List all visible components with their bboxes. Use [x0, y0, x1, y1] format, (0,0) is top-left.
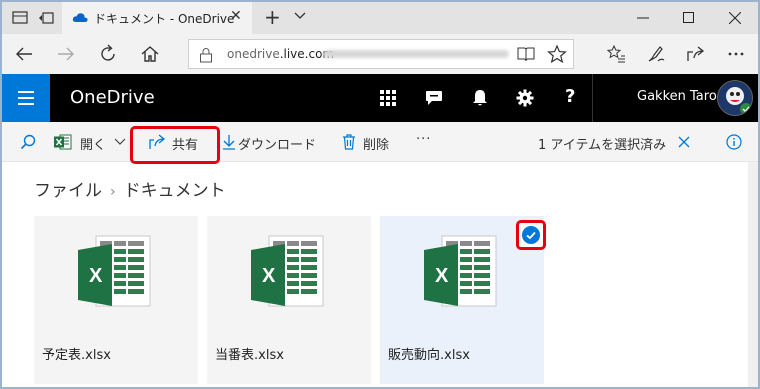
checkmark-icon [522, 226, 540, 244]
excel-letter: X [435, 265, 449, 287]
set-tabs-aside-icon[interactable] [38, 10, 54, 26]
blurred-url-path [323, 50, 509, 58]
refresh-icon[interactable] [98, 44, 118, 64]
delete-button[interactable]: 削除 [342, 122, 402, 162]
search-icon[interactable] [20, 134, 36, 150]
back-icon[interactable] [14, 44, 34, 64]
url-host: onedrive [227, 47, 280, 61]
account-area[interactable]: Gakken Taro [592, 74, 758, 122]
file-name: 販売動向.xlsx [388, 348, 470, 363]
open-label: 開く [80, 138, 107, 153]
avatar[interactable] [717, 80, 753, 116]
navigation-bar: onedrive.live.com [2, 34, 758, 74]
excel-file-icon: X [251, 235, 324, 307]
share-highlight-box [130, 126, 220, 164]
user-name: Gakken Taro [637, 89, 717, 104]
more-icon[interactable] [726, 44, 746, 64]
gear-icon [516, 89, 534, 107]
new-tab-button[interactable]: + [264, 6, 281, 28]
command-bar: 開く 共有 ダウンロード 削除 ··· 1 アイテムを選択済み [2, 122, 758, 162]
menu-bar [18, 97, 34, 99]
download-label: ダウンロード [238, 138, 317, 153]
home-icon[interactable] [140, 44, 160, 64]
open-button[interactable]: 開く [54, 122, 128, 162]
close-window-button[interactable] [712, 2, 758, 34]
bell-icon [473, 90, 487, 106]
lock-icon [200, 48, 212, 63]
selection-checkbox[interactable] [516, 220, 546, 250]
avatar-image [718, 81, 752, 115]
tab-manager-icon[interactable] [12, 10, 28, 26]
file-name: 当番表.xlsx [215, 348, 284, 363]
info-icon[interactable] [726, 134, 742, 150]
chat-icon [426, 91, 442, 105]
breadcrumb-current: ドキュメント [123, 181, 226, 201]
minimize-button[interactable] [620, 2, 666, 34]
excel-file-icon: X [78, 235, 151, 307]
app-launcher-button[interactable] [365, 74, 411, 122]
delete-label: 削除 [363, 138, 390, 153]
tab-title: ドキュメント - OneDrive [94, 12, 235, 26]
breadcrumb-files[interactable]: ファイル [34, 181, 102, 201]
settings-button[interactable] [502, 74, 548, 122]
navigation-menu-button[interactable] [2, 74, 50, 122]
share-icon[interactable] [686, 44, 706, 64]
file-name: 予定表.xlsx [42, 348, 111, 363]
help-button[interactable]: ? [548, 74, 594, 122]
browser-tab[interactable]: ドキュメント - OneDrive ✕ [62, 2, 252, 34]
app-title: OneDrive [70, 87, 155, 108]
clear-selection-icon[interactable] [678, 136, 690, 148]
excel-letter: X [89, 265, 103, 287]
breadcrumb: ファイル › ドキュメント [34, 176, 226, 201]
forward-icon[interactable] [56, 44, 76, 64]
close-tab-icon[interactable]: ✕ [230, 8, 242, 24]
menu-bar [18, 103, 34, 105]
help-icon: ? [565, 86, 576, 107]
app-launcher-icon [380, 90, 396, 106]
browser-window: ドキュメント - OneDrive ✕ + onedrive.live.com [2, 2, 758, 387]
more-icon: ··· [416, 132, 432, 147]
download-icon [223, 135, 235, 150]
more-commands-button[interactable]: ··· [414, 122, 440, 162]
url-text: onedrive.live.com [227, 47, 334, 61]
menu-bar [18, 91, 34, 93]
favorites-hub-icon[interactable] [606, 44, 626, 64]
onedrive-header: OneDrive ? Gakken Taro [2, 74, 758, 122]
chevron-down-icon [114, 138, 126, 145]
file-tile[interactable]: X 予定表.xlsx [34, 216, 198, 384]
title-bar: ドキュメント - OneDrive ✕ + [2, 2, 758, 34]
selection-status-text: 1 アイテムを選択済み [538, 138, 667, 153]
reading-view-icon[interactable] [517, 46, 535, 62]
pen-icon[interactable] [646, 44, 666, 64]
breadcrumb-separator: › [110, 184, 116, 200]
excel-icon [54, 134, 72, 150]
feedback-button[interactable] [411, 74, 457, 122]
chevron-down-icon[interactable] [292, 8, 308, 24]
file-tile[interactable]: X 当番表.xlsx [207, 216, 371, 384]
favorite-star-icon[interactable] [547, 44, 567, 64]
download-button[interactable]: ダウンロード [222, 122, 328, 162]
maximize-button[interactable] [666, 2, 712, 34]
onedrive-cloud-icon [72, 13, 88, 22]
address-bar[interactable]: onedrive.live.com [188, 39, 574, 69]
trash-icon [343, 134, 355, 150]
notifications-button[interactable] [457, 74, 503, 122]
scrollbar[interactable] [748, 162, 758, 387]
excel-letter: X [262, 265, 276, 287]
